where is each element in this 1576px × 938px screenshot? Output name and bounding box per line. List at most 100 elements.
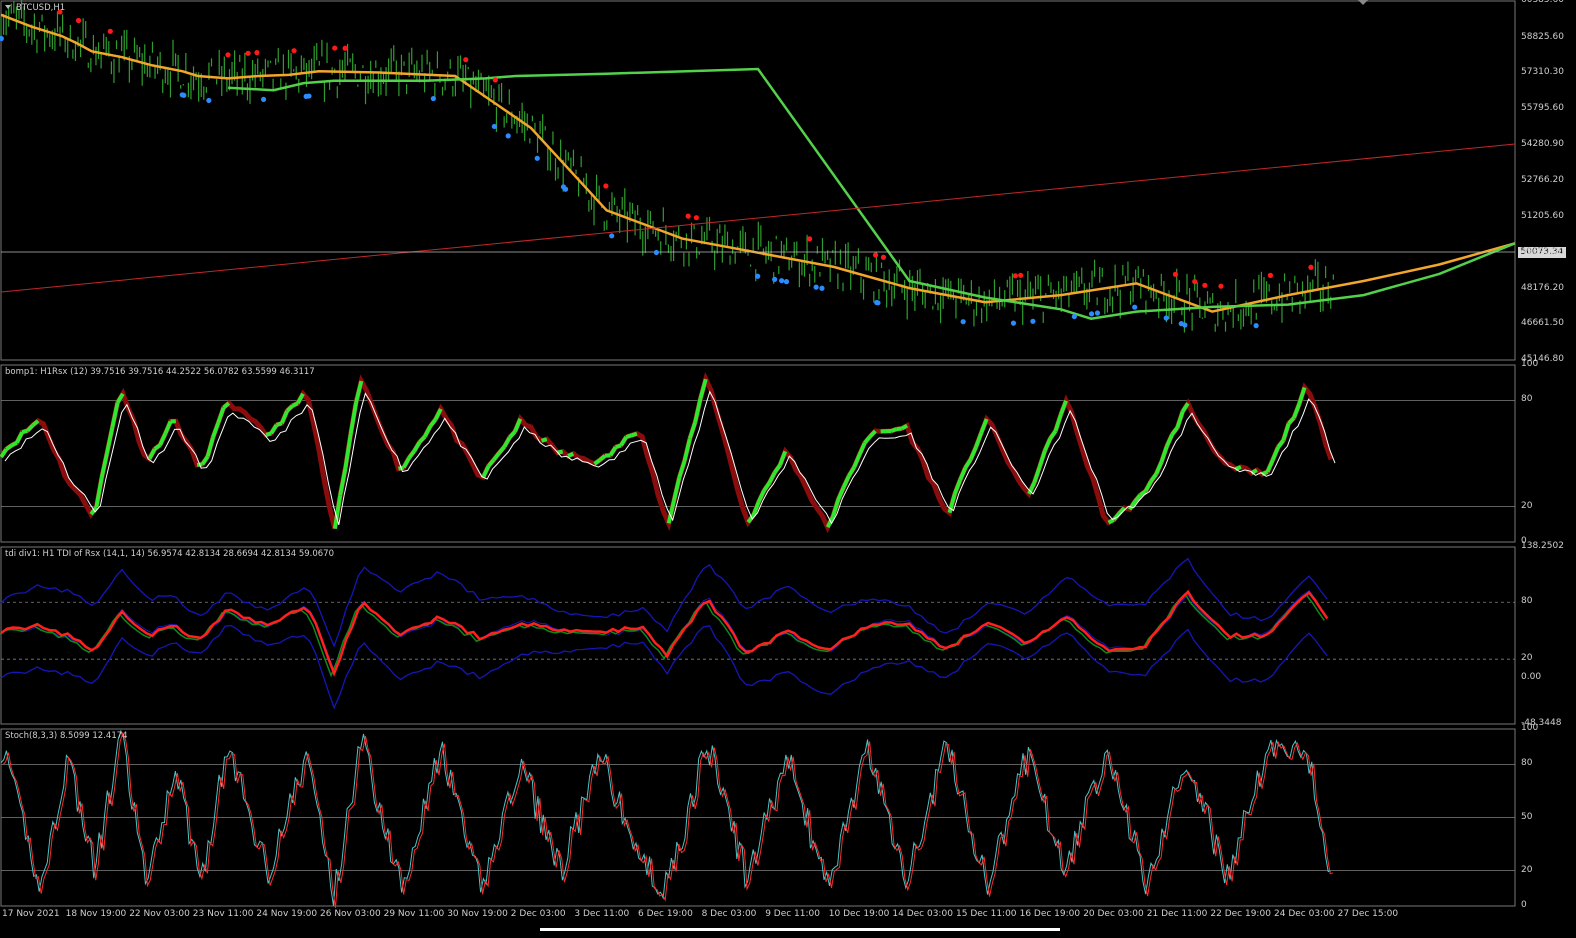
x-tick-label: 20 Dec 03:00	[1083, 909, 1144, 919]
buy-signal-dot	[431, 96, 436, 101]
buy-signal-dot	[784, 279, 789, 284]
rsx-green-segment	[965, 459, 970, 467]
rsx-green-segment	[960, 468, 965, 480]
rsx-green-segment	[859, 443, 864, 455]
rsx-green-segment	[1050, 431, 1055, 439]
main-y-tick: 58825.60	[1521, 32, 1564, 42]
chart-canvas[interactable]	[0, 0, 1576, 934]
buy-signal-dot	[779, 278, 784, 283]
main-y-tick: 54280.90	[1521, 139, 1564, 149]
rsx-green-segment	[420, 436, 425, 442]
rsx-green-segment	[17, 432, 22, 442]
stoch-main-line	[1, 731, 1331, 906]
x-tick-label: 17 Nov 2021	[2, 909, 60, 919]
rsx-green-segment	[1294, 404, 1299, 418]
rsx-green-segment	[769, 473, 774, 483]
rsx-green-segment	[266, 433, 271, 435]
sell-signal-dot	[1308, 265, 1313, 270]
tdi-y-tick: 0.00	[1521, 672, 1541, 682]
rsx-green-segment	[345, 434, 350, 468]
rsx-green-segment	[1283, 423, 1288, 440]
stoch-y-tick: 20	[1521, 865, 1532, 875]
sell-signal-dot	[1268, 273, 1273, 278]
buy-signal-dot	[1089, 311, 1094, 316]
buy-signal-dot	[1030, 319, 1035, 324]
rsx-green-segment	[695, 398, 700, 422]
rsx-green-segment	[1183, 403, 1188, 411]
rsx-y-tick: 20	[1521, 501, 1532, 511]
rsx-green-segment	[976, 433, 981, 447]
rsx-green-segment	[504, 437, 509, 446]
rsx-green-segment	[202, 457, 207, 465]
rsx-green-segment	[149, 449, 154, 459]
rsx-green-segment	[414, 442, 419, 451]
rsx-green-segment	[833, 500, 838, 517]
rsx-green-segment	[292, 403, 297, 405]
x-tick-label: 2 Dec 03:00	[511, 909, 566, 919]
ma-green-line	[228, 69, 1515, 319]
sell-signal-dot	[1173, 272, 1178, 277]
buy-signal-dot	[561, 184, 566, 189]
rsx-green-segment	[854, 455, 859, 467]
buy-signal-dot	[654, 250, 659, 255]
rsx-green-segment	[436, 409, 441, 420]
rsx-green-segment	[351, 403, 356, 434]
chart-shift-icon[interactable]	[1358, 0, 1368, 5]
rsx-green-segment	[700, 379, 705, 398]
horizontal-scrollbar[interactable]	[540, 928, 1060, 931]
buy-signal-dot	[1072, 314, 1077, 319]
rsx-green-segment	[165, 421, 170, 433]
rsx-green-segment	[499, 447, 504, 453]
buy-signal-dot	[261, 97, 266, 102]
rsx-green-segment	[902, 426, 907, 429]
chevron-down-icon[interactable]	[5, 5, 11, 9]
sell-signal-dot	[1192, 279, 1197, 284]
buy-signal-dot	[1254, 323, 1259, 328]
rsx-green-segment	[1177, 411, 1182, 427]
rsx-green-segment	[971, 447, 976, 459]
rsx-green-segment	[1161, 446, 1166, 462]
x-tick-label: 27 Dec 15:00	[1338, 909, 1399, 919]
buy-signal-dot	[819, 286, 824, 291]
rsx-green-segment	[897, 428, 902, 429]
buy-signal-dot	[1164, 315, 1169, 320]
rsx-green-segment	[277, 423, 282, 425]
buy-signal-dot	[535, 156, 540, 161]
tdi-panel-label: tdi div1: H1 TDI of Rsx (14,1, 14) 56.95…	[5, 549, 334, 559]
x-tick-label: 24 Nov 19:00	[256, 909, 317, 919]
rsx-green-segment	[1172, 428, 1177, 435]
x-tick-label: 22 Nov 03:00	[129, 909, 190, 919]
rsx-green-segment	[208, 437, 213, 456]
rsx-green-segment	[1, 449, 6, 457]
rsx-green-segment	[679, 461, 684, 478]
rsx-green-segment	[510, 432, 515, 438]
sell-signal-dot	[254, 50, 259, 55]
rsx-green-segment	[1061, 401, 1066, 415]
rsx-green-segment	[1273, 447, 1278, 460]
buy-signal-dot	[755, 274, 760, 279]
sell-signal-dot	[463, 57, 468, 62]
rsx-green-segment	[112, 403, 117, 428]
rsx-green-segment	[870, 431, 875, 436]
rsx-green-segment	[1289, 418, 1294, 424]
stoch-panel-label: Stoch(8,3,3) 8.5099 12.4174	[5, 731, 128, 741]
stoch-y-tick: 0	[1521, 900, 1527, 910]
buy-signal-dot	[814, 285, 819, 290]
tdi-green-line	[0, 594, 1324, 676]
sell-signal-dot	[1018, 273, 1023, 278]
rsx-green-segment	[865, 436, 870, 442]
rsx-green-segment	[626, 435, 631, 437]
main-y-tick: 60385.60	[1521, 0, 1564, 5]
x-tick-label: 9 Dec 11:00	[765, 909, 820, 919]
sell-signal-dot	[291, 48, 296, 53]
sell-signal-dot	[343, 46, 348, 51]
rsx-green-segment	[753, 502, 758, 515]
rsx-green-segment	[430, 420, 435, 427]
x-tick-label: 10 Dec 19:00	[829, 909, 890, 919]
main-y-tick: 52766.20	[1521, 175, 1564, 185]
rsx-panel-frame	[1, 365, 1515, 542]
rsx-green-segment	[404, 458, 409, 468]
rsx-green-segment	[483, 466, 488, 477]
rsx-green-segment	[541, 439, 546, 440]
buy-signal-dot	[304, 94, 309, 99]
